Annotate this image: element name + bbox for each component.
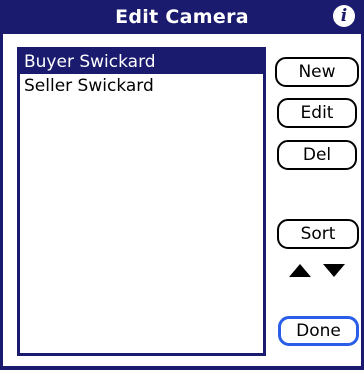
down-arrow-icon[interactable] xyxy=(323,264,345,277)
list-item-buyer-swickard[interactable]: Buyer Swickard xyxy=(20,50,263,74)
dialog-title: Edit Camera xyxy=(115,6,249,28)
up-arrow-icon[interactable] xyxy=(289,264,311,277)
camera-list[interactable]: Buyer Swickard Seller Swickard xyxy=(17,47,266,356)
list-item-seller-swickard[interactable]: Seller Swickard xyxy=(20,74,263,98)
sort-button[interactable]: Sort xyxy=(277,219,359,249)
done-button[interactable]: Done xyxy=(278,316,359,346)
edit-camera-dialog: Edit Camera i Buyer Swickard Seller Swic… xyxy=(0,0,364,370)
new-button[interactable]: New xyxy=(275,57,359,87)
info-icon[interactable]: i xyxy=(333,5,355,27)
del-button[interactable]: Del xyxy=(277,140,357,170)
edit-button[interactable]: Edit xyxy=(277,98,357,128)
